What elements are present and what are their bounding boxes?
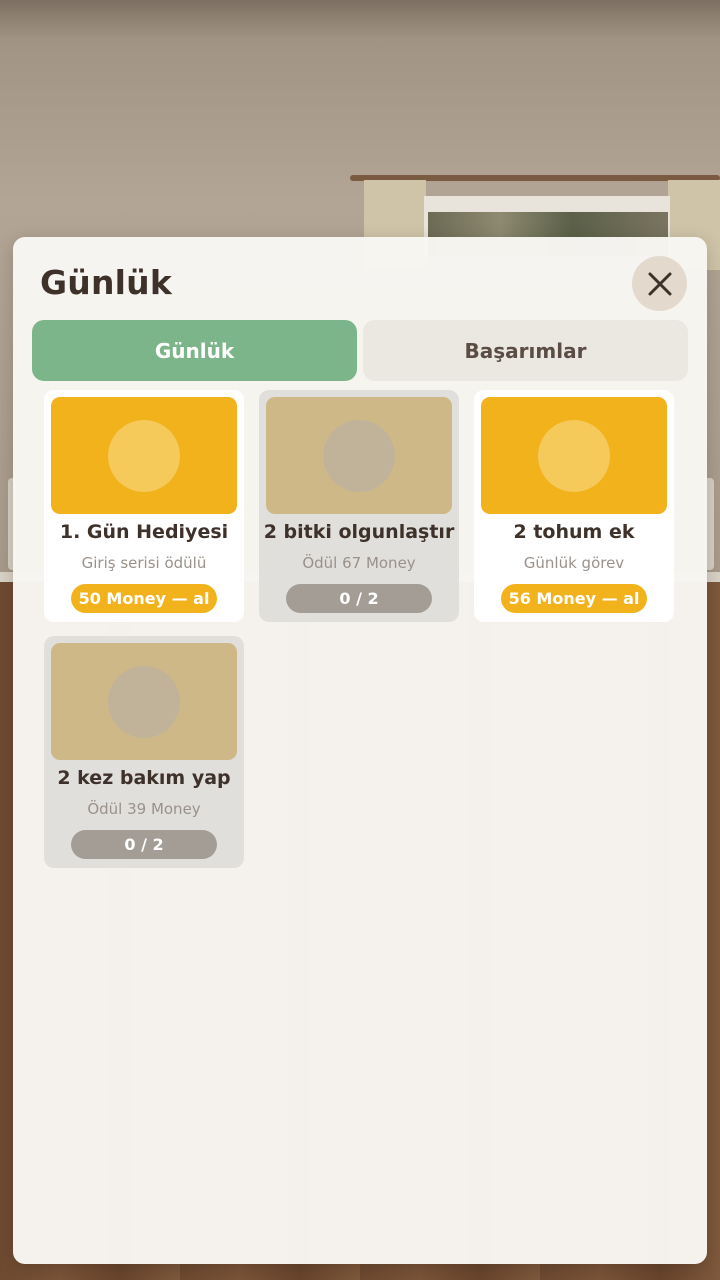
- task-card: 1. Gün Hediyesi Giriş serisi ödülü 50 Mo…: [44, 390, 244, 622]
- claim-button[interactable]: 56 Money — al: [501, 584, 647, 613]
- close-button[interactable]: [632, 256, 687, 311]
- reward-icon: [108, 419, 180, 492]
- card-title: 2 tohum ek: [513, 521, 635, 543]
- card-image: [266, 397, 452, 514]
- claim-button[interactable]: 50 Money — al: [71, 584, 217, 613]
- tab-achievements[interactable]: Başarımlar: [363, 320, 688, 381]
- reward-icon: [108, 665, 180, 738]
- task-card: 2 bitki olgunlaştır Ödül 67 Money 0 / 2: [259, 390, 459, 622]
- card-title: 2 kez bakım yap: [57, 767, 231, 789]
- card-subtitle: Giriş serisi ödülü: [81, 554, 207, 572]
- panel-title: Günlük: [40, 263, 173, 302]
- card-subtitle: Ödül 39 Money: [87, 800, 201, 818]
- task-card: 2 kez bakım yap Ödül 39 Money 0 / 2: [44, 636, 244, 868]
- reward-icon: [538, 419, 610, 492]
- card-title: 2 bitki olgunlaştır: [263, 521, 455, 543]
- reward-icon: [323, 419, 395, 492]
- card-image: [51, 643, 237, 760]
- close-icon: [648, 272, 671, 295]
- card-subtitle: Ödül 67 Money: [302, 554, 416, 572]
- progress-pill: 0 / 2: [71, 830, 217, 859]
- card-subtitle: Günlük görev: [523, 554, 625, 572]
- progress-pill: 0 / 2: [286, 584, 432, 613]
- card-image: [481, 397, 667, 514]
- card-title: 1. Gün Hediyesi: [59, 521, 229, 543]
- card-image: [51, 397, 237, 514]
- task-card: 2 tohum ek Günlük görev 56 Money — al: [474, 390, 674, 622]
- ceiling-trim: [0, 14, 720, 18]
- daily-panel: Günlük Günlük Başarımlar 1. Gün Hediyesi…: [13, 237, 707, 1264]
- tab-daily[interactable]: Günlük: [32, 320, 357, 381]
